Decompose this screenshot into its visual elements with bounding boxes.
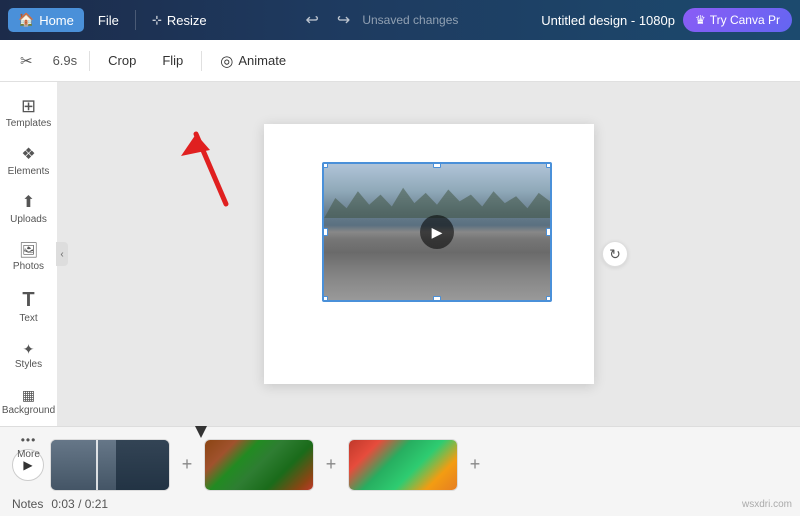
add-clip-button-2[interactable]: + [320,454,342,476]
redo-button[interactable]: ↪ [331,7,356,33]
elements-label: Elements [8,166,50,177]
timeline: ▶ + + + Notes [0,426,800,516]
templates-icon: ⊞ [21,97,36,115]
playhead-marker [195,426,207,438]
clip1-left-half [51,440,116,490]
elements-icon: ❖ [21,147,35,163]
selection-handle-bm[interactable] [433,296,441,302]
time-total: 0:21 [85,497,108,511]
video-play-overlay[interactable]: ▶ [420,215,454,249]
try-canva-label: Try Canva Pr [710,13,780,27]
time-separator: / [78,497,81,511]
topbar: 🏠 Home File ⊹ Resize ↩ ↪ Unsaved changes… [0,0,800,40]
clip3-thumbnail [349,440,457,490]
resize-label: Resize [167,13,207,28]
background-icon: ▦ [22,388,35,402]
clip2-thumbnail [205,440,313,490]
timeline-clip-1[interactable] [50,439,170,491]
canvas-area: ▶ ↻ ↻ [58,82,800,426]
selection-handle-tm[interactable] [433,162,441,168]
timeline-clip-2[interactable] [204,439,314,491]
uploads-icon: ⬆ [22,195,35,211]
file-label: File [98,13,119,28]
plus-icon-1: + [182,454,193,475]
plus-icon-2: + [326,454,337,475]
crop-label: Crop [108,53,136,68]
try-canva-button[interactable]: ♛ Try Canva Pr [683,8,792,32]
sidebar-item-text[interactable]: T Text [4,283,54,331]
photos-label: Photos [13,261,44,272]
home-button[interactable]: 🏠 Home [8,8,84,32]
clip1-right-half [116,440,169,490]
sidebar-item-styles[interactable]: ✦ Styles [4,335,54,377]
plus-icon-end: + [470,454,481,475]
more-label: More [17,449,40,460]
scissors-icon: ✂ [10,47,43,75]
notes-label: Notes [12,497,43,511]
selection-handle-bl[interactable] [322,296,328,302]
canvas-refresh-button[interactable]: ↻ [602,241,628,267]
add-clip-button-end[interactable]: + [464,454,486,476]
styles-label: Styles [15,359,42,370]
nav-divider [135,10,136,30]
crop-button[interactable]: Crop [98,48,146,73]
red-arrow-annotation [166,114,256,219]
toolbar-separator [89,51,90,71]
nav-center: ↩ ↪ Unsaved changes [221,7,538,33]
unsaved-changes-text: Unsaved changes [362,13,458,27]
toolbar-separator-2 [201,51,202,71]
timeline-footer: Notes 0:03 / 0:21 [0,492,800,516]
timeline-scrubber [0,427,800,437]
main-layout: ‹ ⊞ Templates ❖ Elements ⬆ Uploads 🖼 Pho… [0,82,800,426]
background-label: Background [2,405,55,416]
home-icon: 🏠 [18,12,34,28]
clip1-thumbnail [51,440,169,490]
selection-handle-br[interactable] [546,296,552,302]
selection-handle-rm[interactable] [546,228,552,236]
selection-handle-tr[interactable] [546,162,552,168]
flip-label: Flip [162,53,183,68]
text-icon: T [22,290,34,310]
flip-button[interactable]: Flip [152,48,193,73]
add-clip-button-1[interactable]: + [176,454,198,476]
time-display: 0:03 / 0:21 [51,497,108,511]
home-label: Home [39,13,74,28]
resize-icon: ⊹ [152,13,162,27]
crown-icon: ♛ [695,13,706,27]
sidebar-item-templates[interactable]: ⊞ Templates [4,90,54,136]
animate-icon: ◎ [220,52,233,70]
timeline-clip-3[interactable] [348,439,458,491]
animate-button[interactable]: ◎ Animate [210,47,296,75]
selection-handle-lm[interactable] [322,228,328,236]
selection-handle-tl[interactable] [322,162,328,168]
sidebar: ⊞ Templates ❖ Elements ⬆ Uploads 🖼 Photo… [0,82,58,426]
secondary-toolbar: ✂ 6.9s Crop Flip ◎ Animate [0,40,800,82]
clip-playhead-line [96,440,98,490]
styles-icon: ✦ [23,342,35,356]
collapse-sidebar-button[interactable]: ‹ [56,242,68,266]
duration-display: 6.9s [49,53,82,68]
uploads-label: Uploads [10,214,47,225]
sidebar-item-background[interactable]: ▦ Background [4,381,54,423]
text-label: Text [19,313,37,324]
time-current: 0:03 [51,497,74,511]
watermark: wsxdri.com [742,499,792,510]
photos-icon: 🖼 [19,243,38,258]
sidebar-item-elements[interactable]: ❖ Elements [4,140,54,184]
design-title: Untitled design - 1080p [541,13,675,28]
nav-right: Untitled design - 1080p ♛ Try Canva Pr [541,8,792,32]
resize-button[interactable]: ⊹ Resize [142,9,217,32]
undo-button[interactable]: ↩ [300,7,325,33]
animate-label: Animate [238,53,286,68]
video-clip-element[interactable]: ▶ ↻ [322,162,552,302]
sidebar-item-photos[interactable]: 🖼 Photos [4,236,54,279]
file-button[interactable]: File [88,9,129,32]
timeline-tracks: ▶ + + + [0,437,800,492]
templates-label: Templates [6,118,52,129]
canvas-background: ▶ ↻ ↻ [264,124,594,384]
sidebar-item-uploads[interactable]: ⬆ Uploads [4,188,54,232]
